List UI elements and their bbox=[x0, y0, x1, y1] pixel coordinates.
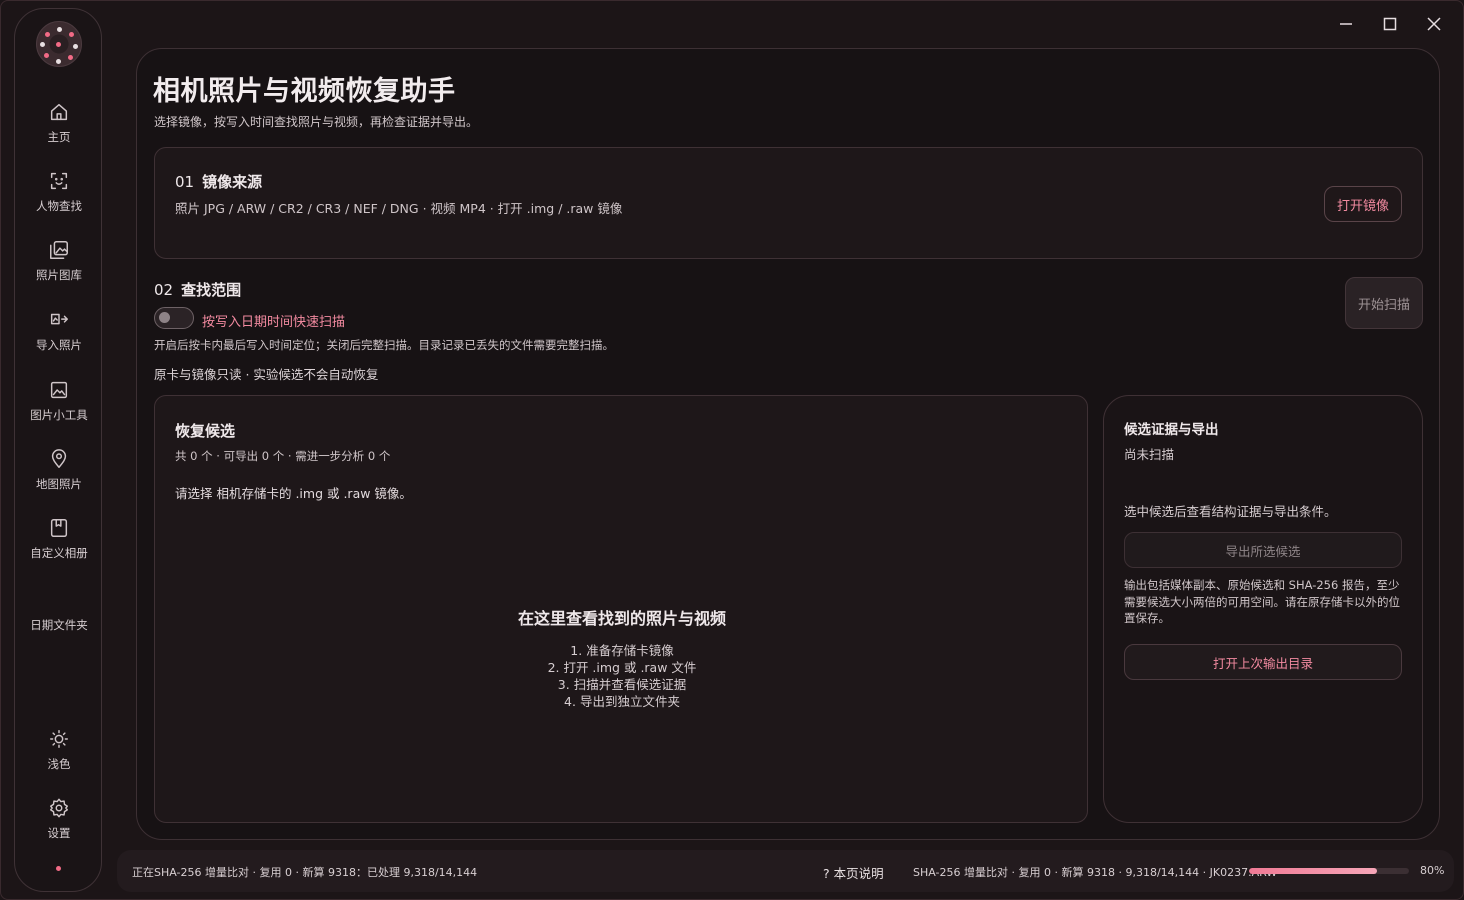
open-image-button[interactable]: 打开镜像 bbox=[1324, 186, 1402, 222]
sidebar-item-date-folder[interactable]: 日期文件夹 bbox=[15, 617, 103, 681]
evidence-export-card: 候选证据与导出 尚未扫描 选中候选后查看结构证据与导出条件。 导出所选候选 输出… bbox=[1103, 395, 1423, 823]
sidebar-item-map[interactable]: 地图照片 bbox=[15, 448, 103, 512]
evidence-hint: 选中候选后查看结构证据与导出条件。 bbox=[1124, 504, 1337, 519]
select-image-prompt: 请选择 相机存储卡的 .img 或 .raw 镜像。 bbox=[175, 486, 412, 501]
evidence-title: 候选证据与导出 bbox=[1124, 422, 1219, 438]
sidebar-item-home[interactable]: 主页 bbox=[15, 101, 103, 165]
sidebar-item-label: 日期文件夹 bbox=[30, 618, 88, 632]
settings-button[interactable]: 设置 bbox=[15, 797, 103, 861]
toggle-knob bbox=[159, 312, 170, 323]
step-item: 1. 准备存储卡镜像 bbox=[570, 643, 674, 658]
start-scan-button[interactable]: 开始扫描 bbox=[1345, 277, 1423, 329]
sun-icon bbox=[48, 728, 70, 750]
sidebar-item-image-tools[interactable]: 图片小工具 bbox=[15, 379, 103, 443]
status-bar: 正在SHA-256 增量比对 · 复用 0 · 新算 9318：已处理 9,31… bbox=[117, 850, 1454, 892]
sidebar-item-import[interactable]: 导入照片 bbox=[15, 309, 103, 373]
minimize-icon bbox=[1340, 23, 1352, 25]
sidebar: 主页 人物查找 照片图库 导入照片 图片小工具 地图照片 自定义相册 日期文件夹… bbox=[14, 8, 102, 892]
sidebar-item-gallery[interactable]: 照片图库 bbox=[15, 239, 103, 303]
map-pin-icon bbox=[48, 448, 70, 470]
theme-label: 浅色 bbox=[47, 757, 71, 771]
sidebar-item-label: 导入照片 bbox=[36, 338, 82, 352]
section-number: 02 bbox=[154, 281, 174, 299]
minimize-button[interactable] bbox=[1329, 10, 1363, 38]
import-icon bbox=[48, 309, 70, 331]
sidebar-item-label: 地图照片 bbox=[36, 477, 82, 491]
section-number: 01 bbox=[175, 173, 195, 191]
status-detail-text: SHA-256 增量比对 · 复用 0 · 新算 9318 · 9,318/14… bbox=[913, 866, 1278, 879]
sidebar-item-people[interactable]: 人物查找 bbox=[15, 170, 103, 234]
progress-percent: 80% bbox=[1420, 864, 1445, 877]
export-selected-button[interactable]: 导出所选候选 bbox=[1124, 532, 1402, 568]
page-help-link[interactable]: ? 本页说明 bbox=[823, 863, 884, 882]
app-logo bbox=[36, 21, 82, 67]
sidebar-item-label: 图片小工具 bbox=[30, 408, 88, 422]
status-progress-text: 正在SHA-256 增量比对 · 复用 0 · 新算 9318：已处理 9,31… bbox=[132, 866, 478, 879]
scan-status: 尚未扫描 bbox=[1124, 447, 1175, 462]
sidebar-item-label: 主页 bbox=[47, 130, 71, 144]
quick-scan-label[interactable]: 按写入日期时间快速扫描 bbox=[202, 311, 345, 330]
quick-scan-toggle[interactable] bbox=[154, 307, 194, 329]
export-note: 输出包括媒体副本、原始候选和 SHA-256 报告，至少需要候选大小两倍的可用空… bbox=[1124, 578, 1400, 625]
maximize-button[interactable] bbox=[1373, 10, 1407, 38]
scan-hint: 开启后按卡内最后写入时间定位；关闭后完整扫描。目录记录已丢失的文件需要完整扫描。 bbox=[154, 338, 614, 352]
source-formats: 照片 JPG / ARW / CR2 / CR3 / NEF / DNG · 视… bbox=[175, 201, 623, 216]
status-dot bbox=[56, 866, 61, 871]
candidates-counts: 共 0 个 · 可导出 0 个 · 需进一步分析 0 个 bbox=[175, 449, 391, 463]
face-scan-icon bbox=[48, 170, 70, 192]
section-heading: 01 镜像来源 bbox=[175, 171, 262, 192]
section-title: 镜像来源 bbox=[202, 173, 263, 191]
step-item: 4. 导出到独立文件夹 bbox=[564, 694, 680, 709]
home-icon bbox=[48, 101, 70, 123]
candidates-title: 恢复候选 bbox=[175, 422, 236, 440]
page-title: 相机照片与视频恢复助手 bbox=[153, 76, 456, 107]
step-item: 3. 扫描并查看候选证据 bbox=[557, 677, 687, 692]
settings-label: 设置 bbox=[47, 826, 71, 840]
main-panel: 相机照片与视频恢复助手 选择镜像，按写入时间查找照片与视频，再检查证据并导出。 … bbox=[136, 48, 1440, 840]
theme-toggle-button[interactable]: 浅色 bbox=[15, 728, 103, 792]
maximize-icon bbox=[1383, 17, 1397, 31]
page-subtitle: 选择镜像，按写入时间查找照片与视频，再检查证据并导出。 bbox=[154, 115, 479, 129]
album-icon bbox=[48, 517, 70, 539]
gallery-icon bbox=[48, 239, 70, 261]
readonly-note: 原卡与镜像只读 · 实验候选不会自动恢复 bbox=[154, 367, 379, 382]
gear-icon bbox=[48, 797, 70, 819]
sidebar-item-label: 人物查找 bbox=[36, 199, 82, 213]
sidebar-item-label: 照片图库 bbox=[36, 268, 82, 282]
scope-heading: 02 查找范围 bbox=[154, 279, 241, 300]
empty-state-steps: 1. 准备存储卡镜像 2. 打开 .img 或 .raw 文件 3. 扫描并查看… bbox=[155, 642, 1089, 710]
empty-state-title: 在这里查看找到的照片与视频 bbox=[517, 609, 726, 628]
sidebar-item-album[interactable]: 自定义相册 bbox=[15, 517, 103, 581]
progress-fill bbox=[1249, 868, 1377, 874]
step-item: 2. 打开 .img 或 .raw 文件 bbox=[547, 660, 697, 675]
sidebar-item-label: 自定义相册 bbox=[30, 546, 88, 560]
image-tool-icon bbox=[48, 379, 70, 401]
section-title: 查找范围 bbox=[181, 281, 242, 299]
open-last-output-button[interactable]: 打开上次输出目录 bbox=[1124, 644, 1402, 680]
close-icon bbox=[1427, 17, 1441, 31]
progress-bar bbox=[1249, 868, 1409, 874]
recovery-candidates-card: 恢复候选 共 0 个 · 可导出 0 个 · 需进一步分析 0 个 请选择 相机… bbox=[154, 395, 1088, 823]
close-button[interactable] bbox=[1417, 10, 1451, 38]
image-source-card: 01 镜像来源 照片 JPG / ARW / CR2 / CR3 / NEF / … bbox=[154, 147, 1423, 259]
